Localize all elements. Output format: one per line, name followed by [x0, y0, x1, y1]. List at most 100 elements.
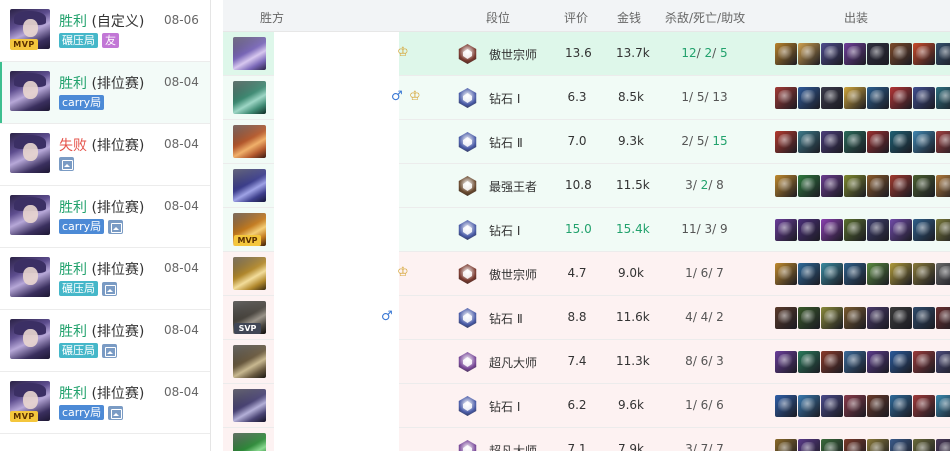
item-icon[interactable]: [936, 263, 950, 285]
item-icon[interactable]: [913, 439, 935, 451]
item-icon[interactable]: [890, 131, 912, 153]
item-icon[interactable]: [936, 395, 950, 417]
item-icon[interactable]: [867, 351, 889, 373]
item-icon[interactable]: [867, 307, 889, 329]
item-icon[interactable]: [936, 307, 950, 329]
item-icon[interactable]: [844, 439, 866, 451]
item-icon[interactable]: [936, 351, 950, 373]
item-icon[interactable]: [867, 439, 889, 451]
player-row[interactable]: 超凡大师 7.1 7.9k 3/ 7/ 7: [223, 428, 950, 451]
item-icon[interactable]: [844, 87, 866, 109]
item-icon[interactable]: [936, 43, 950, 65]
player-row[interactable]: ♔ 傲世宗师 4.7 9.0k 1/ 6/ 7: [223, 252, 950, 296]
item-icon[interactable]: [890, 175, 912, 197]
item-icon[interactable]: [821, 263, 843, 285]
item-icon[interactable]: [821, 43, 843, 65]
match-item[interactable]: MVP 胜利 (自定义) 08-06 碾压局友: [0, 0, 210, 62]
player-row[interactable]: 最强王者 10.8 11.5k 3/ 2/ 8: [223, 164, 950, 208]
item-icon[interactable]: [821, 307, 843, 329]
match-item[interactable]: MVP 胜利 (排位赛) 08-04 carry局: [0, 372, 210, 434]
item-icon[interactable]: [821, 395, 843, 417]
item-icon[interactable]: [775, 43, 797, 65]
item-icon[interactable]: [821, 175, 843, 197]
item-icon[interactable]: [821, 87, 843, 109]
item-icon[interactable]: [798, 131, 820, 153]
item-icon[interactable]: [913, 175, 935, 197]
player-row[interactable]: 钻石 Ⅰ 6.2 9.6k 1/ 6/ 6: [223, 384, 950, 428]
player-row[interactable]: SVP ♂ 钻石 Ⅱ 8.8 11.6k 4/ 4/ 2: [223, 296, 950, 340]
player-row[interactable]: ♂ ♔ 钻石 Ⅰ 6.3 8.5k 1/ 5/ 13: [223, 76, 950, 120]
item-icon[interactable]: [936, 131, 950, 153]
item-icon[interactable]: [867, 175, 889, 197]
item-icon[interactable]: [844, 351, 866, 373]
item-icon[interactable]: [890, 219, 912, 241]
item-icon[interactable]: [844, 395, 866, 417]
screenshot-icon[interactable]: [108, 219, 124, 234]
player-row[interactable]: 超凡大师 7.4 11.3k 8/ 6/ 3: [223, 340, 950, 384]
item-icon[interactable]: [890, 307, 912, 329]
item-icon[interactable]: [913, 395, 935, 417]
item-icon[interactable]: [775, 307, 797, 329]
match-item[interactable]: 胜利 (排位赛) 08-04 碾压局: [0, 310, 210, 372]
screenshot-icon[interactable]: [108, 405, 124, 420]
item-icon[interactable]: [775, 131, 797, 153]
item-icon[interactable]: [798, 351, 820, 373]
item-icon[interactable]: [775, 219, 797, 241]
item-icon[interactable]: [775, 395, 797, 417]
item-icon[interactable]: [913, 219, 935, 241]
item-icon[interactable]: [821, 131, 843, 153]
player-row[interactable]: ♔ 傲世宗师 13.6 13.7k 12/ 2/ 5: [223, 32, 950, 76]
item-icon[interactable]: [844, 175, 866, 197]
item-icon[interactable]: [936, 219, 950, 241]
player-row[interactable]: MVP 钻石 Ⅰ 15.0 15.4k 11/ 3/ 9: [223, 208, 950, 252]
match-item[interactable]: 失败 (排位赛) 08-04: [0, 124, 210, 186]
item-icon[interactable]: [798, 87, 820, 109]
item-icon[interactable]: [775, 439, 797, 451]
item-icon[interactable]: [775, 87, 797, 109]
item-icon[interactable]: [798, 175, 820, 197]
match-item[interactable]: 胜利 (排位赛) 08-04 碾压局: [0, 248, 210, 310]
item-icon[interactable]: [844, 43, 866, 65]
match-item[interactable]: 胜利 (排位赛) 08-04 carry局: [0, 62, 210, 124]
item-icon[interactable]: [867, 263, 889, 285]
item-icon[interactable]: [867, 131, 889, 153]
item-icon[interactable]: [890, 43, 912, 65]
item-icon[interactable]: [867, 87, 889, 109]
item-icon[interactable]: [913, 351, 935, 373]
item-icon[interactable]: [821, 351, 843, 373]
item-icon[interactable]: [775, 175, 797, 197]
item-icon[interactable]: [844, 263, 866, 285]
item-icon[interactable]: [844, 219, 866, 241]
item-icon[interactable]: [821, 219, 843, 241]
item-icon[interactable]: [913, 131, 935, 153]
player-row[interactable]: 钻石 Ⅱ 7.0 9.3k 2/ 5/ 15: [223, 120, 950, 164]
item-icon[interactable]: [913, 43, 935, 65]
item-icon[interactable]: [936, 87, 950, 109]
item-icon[interactable]: [936, 175, 950, 197]
item-icon[interactable]: [844, 131, 866, 153]
item-icon[interactable]: [798, 307, 820, 329]
item-icon[interactable]: [890, 439, 912, 451]
match-item[interactable]: 胜利 (排位赛) 08-04 carry局: [0, 186, 210, 248]
item-icon[interactable]: [890, 263, 912, 285]
item-icon[interactable]: [913, 263, 935, 285]
item-icon[interactable]: [798, 43, 820, 65]
item-icon[interactable]: [867, 395, 889, 417]
item-icon[interactable]: [913, 87, 935, 109]
item-icon[interactable]: [913, 307, 935, 329]
item-icon[interactable]: [890, 351, 912, 373]
screenshot-icon[interactable]: [59, 157, 74, 171]
item-icon[interactable]: [890, 395, 912, 417]
item-icon[interactable]: [798, 263, 820, 285]
item-icon[interactable]: [798, 219, 820, 241]
item-icon[interactable]: [890, 87, 912, 109]
item-icon[interactable]: [867, 219, 889, 241]
item-icon[interactable]: [775, 263, 797, 285]
item-icon[interactable]: [936, 439, 950, 451]
item-icon[interactable]: [798, 395, 820, 417]
screenshot-icon[interactable]: [102, 343, 117, 358]
item-icon[interactable]: [821, 439, 843, 451]
item-icon[interactable]: [775, 351, 797, 373]
item-icon[interactable]: [844, 307, 866, 329]
item-icon[interactable]: [867, 43, 889, 65]
